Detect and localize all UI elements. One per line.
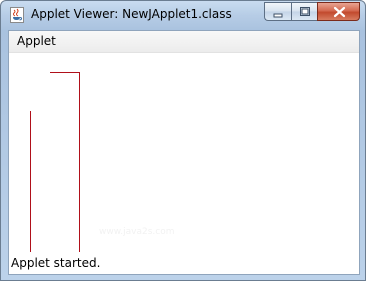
applet-canvas[interactable]: www.java2s.com (9, 53, 359, 252)
title-bar[interactable]: Applet Viewer: NewJApplet1.class (1, 1, 365, 30)
applet-drawing (30, 72, 80, 252)
close-icon (333, 6, 346, 18)
applet-client-area: Applet www.java2s.com Applet started. (8, 30, 360, 275)
watermark-text: www.java2s.com (99, 227, 175, 237)
menu-applet[interactable]: Applet (9, 31, 64, 52)
close-button[interactable] (317, 2, 360, 21)
minimize-button[interactable] (264, 2, 291, 21)
window-title: Applet Viewer: NewJApplet1.class (31, 7, 232, 21)
java-coffee-cup-icon[interactable] (10, 7, 24, 23)
applet-viewer-window: Applet Viewer: NewJApplet1.class Applet … (0, 0, 366, 281)
window-controls (264, 2, 360, 21)
status-text: Applet started. (11, 256, 101, 270)
maximize-icon (300, 7, 310, 16)
minimize-icon (273, 13, 283, 18)
menu-bar: Applet (9, 31, 359, 53)
maximize-button[interactable] (291, 2, 317, 21)
